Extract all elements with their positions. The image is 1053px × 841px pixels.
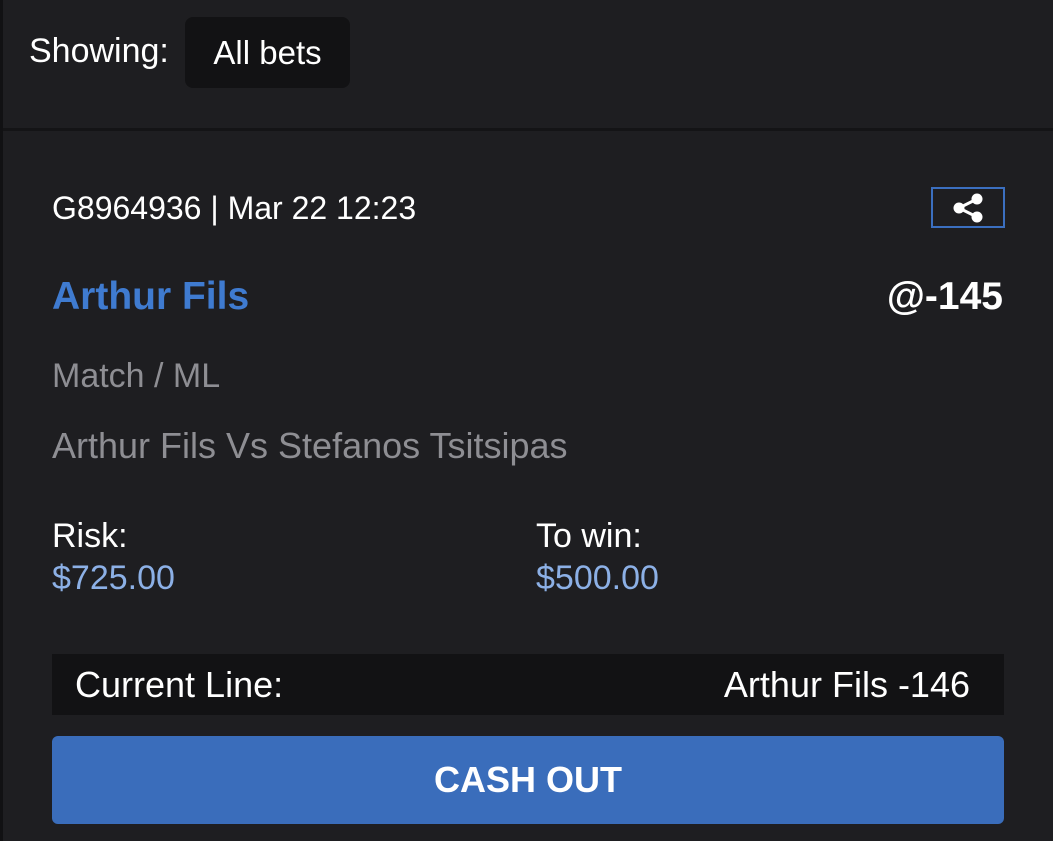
current-line-bar: Current Line: Arthur Fils -146 (52, 654, 1004, 715)
filter-dropdown[interactable]: All bets (185, 17, 350, 88)
current-line-label: Current Line: (75, 664, 284, 705)
share-button[interactable] (931, 187, 1005, 228)
selection-name: Arthur Fils (52, 275, 250, 318)
bet-id-timestamp: G8964936 | Mar 22 12:23 (52, 190, 417, 226)
filter-bar: Showing: All bets (3, 0, 1053, 128)
to-win-value: $500.00 (536, 559, 659, 597)
divider (3, 128, 1053, 131)
to-win-label: To win: (536, 517, 642, 555)
filter-label: Showing: (29, 32, 169, 70)
cash-out-button[interactable]: CASH OUT (52, 736, 1004, 824)
event-name: Arthur Fils Vs Stefanos Tsitsipas (52, 425, 568, 466)
market-type: Match / ML (52, 357, 221, 395)
share-icon (953, 193, 983, 222)
odds: @-145 (886, 275, 1003, 318)
risk-label: Risk: (52, 517, 128, 555)
bet-slip-page: Showing: All bets G8964936 | Mar 22 12:2… (0, 0, 1053, 841)
current-line-value: Arthur Fils -146 (723, 664, 970, 705)
risk-value: $725.00 (52, 559, 175, 597)
